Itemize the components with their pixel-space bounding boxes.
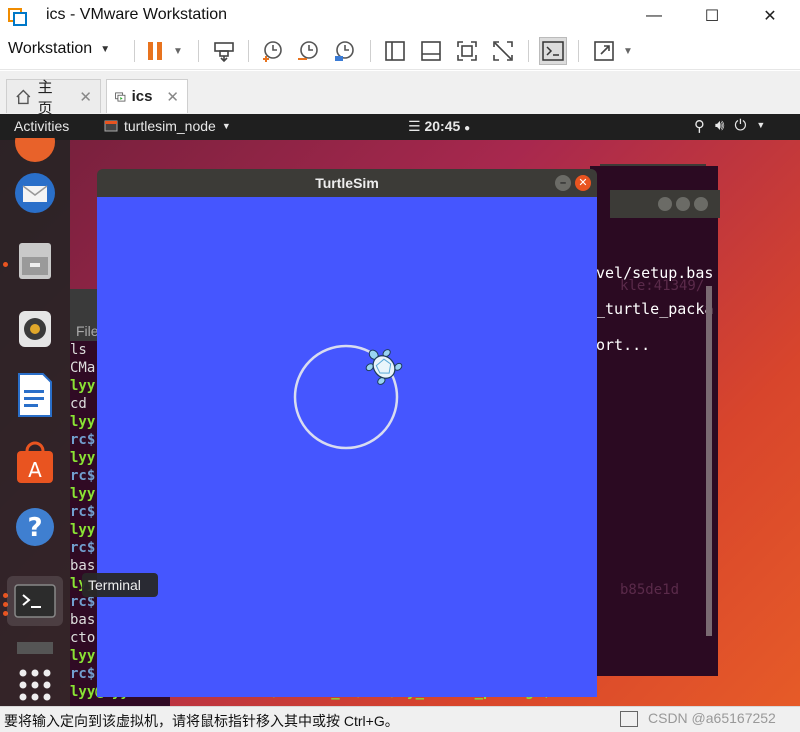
minimize-button[interactable]: —: [634, 4, 674, 28]
status-bar: 要将输入定向到该虚拟机，请将鼠标指针移入其中或按 Ctrl+G。 CSDN @a…: [0, 706, 800, 732]
terminal-titlebar[interactable]: [610, 190, 720, 218]
toolbar-divider: [370, 40, 371, 62]
show-applications-icon[interactable]: [10, 660, 60, 706]
manage-snapshots-icon[interactable]: [330, 37, 358, 65]
vmware-toolbar: Workstation ▼ ▼ ▼: [0, 32, 800, 70]
tab-label: ics: [131, 88, 153, 105]
window-title: ics - VMware Workstation: [46, 6, 228, 23]
terminal-scrollbar[interactable]: [706, 286, 712, 636]
home-icon: [16, 89, 31, 104]
console-icon[interactable]: [539, 37, 567, 65]
workstation-label: Workstation: [8, 40, 93, 57]
snapshot-icon[interactable]: [258, 37, 286, 65]
unity-icon[interactable]: [489, 37, 517, 65]
toolbar-divider: [198, 40, 199, 62]
svg-text:A: A: [28, 458, 42, 482]
revert-snapshot-icon[interactable]: [294, 37, 322, 65]
help-icon[interactable]: ?: [10, 502, 60, 552]
minimize-icon[interactable]: –: [555, 175, 571, 191]
window-titlebar: ics - VMware Workstation — ☐ ✕: [0, 0, 800, 32]
turtlesim-canvas: [97, 197, 597, 697]
close-icon[interactable]: ✕: [166, 88, 179, 106]
terminal-line: _turtle_packa: [596, 300, 714, 318]
ubuntu-dock: A ?: [0, 138, 70, 706]
library-icon[interactable]: [381, 37, 409, 65]
rhythmbox-icon[interactable]: [10, 304, 60, 354]
chevron-down-icon: ▼: [100, 43, 111, 55]
app-menu[interactable]: turtlesim_node ▼: [104, 118, 231, 134]
chevron-down-icon: ▼: [756, 120, 766, 130]
turtle-drawing: [293, 344, 403, 450]
app-menu-label: turtlesim_node: [124, 118, 216, 134]
toolbar-divider: [528, 40, 529, 62]
chevron-down-icon[interactable]: ▼: [168, 37, 188, 65]
chevron-down-icon[interactable]: ▼: [618, 37, 638, 65]
foreground-terminal[interactable]: vel/setup.bas kle:41349/ _turtle_packa o…: [590, 166, 718, 676]
app-window-icon: [104, 120, 118, 132]
workstation-menu[interactable]: Workstation ▼: [8, 40, 110, 58]
terminal-line: kle:41349/: [620, 278, 705, 294]
vm-icon: [115, 91, 126, 102]
tab-home[interactable]: 主页 ✕: [6, 79, 101, 117]
terminal-line: ort...: [596, 336, 651, 354]
clock[interactable]: ☰ 20:45 ●: [408, 118, 470, 135]
libreoffice-writer-icon[interactable]: [10, 370, 60, 420]
files-icon[interactable]: [10, 236, 60, 286]
stretch-icon[interactable]: [590, 37, 618, 65]
send-keys-icon[interactable]: [210, 37, 238, 65]
tab-bar: 主页 ✕ ics ✕: [0, 71, 800, 117]
tab-label: 主页: [37, 78, 53, 117]
close-icon[interactable]: [694, 197, 708, 211]
dock-tooltip: Terminal: [82, 573, 158, 597]
status-message: 要将输入定向到该虚拟机，请将鼠标指针移入其中或按 Ctrl+G。: [4, 713, 399, 729]
input-method-icon: ☰: [408, 118, 421, 134]
pause-icon[interactable]: [141, 37, 169, 65]
chevron-down-icon: ▼: [221, 121, 231, 131]
tab-ics[interactable]: ics ✕: [106, 79, 188, 113]
terminal-icon[interactable]: [7, 576, 63, 626]
gnome-top-bar: Activities turtlesim_node ▼ ☰ 20:45 ● ⚲ …: [0, 114, 800, 140]
thunderbird-icon[interactable]: [10, 168, 60, 218]
turtlesim-titlebar[interactable]: TurtleSim – ✕: [97, 169, 597, 197]
ubuntu-software-icon[interactable]: A: [10, 438, 60, 488]
toolbar-divider: [578, 40, 579, 62]
partial-app-icon[interactable]: [10, 634, 60, 654]
running-indicator: [3, 262, 8, 267]
maximize-button[interactable]: ☐: [692, 4, 732, 28]
volume-icon: 🔊︎: [715, 117, 725, 134]
watermark: CSDN @a65167252: [648, 710, 776, 726]
maximize-icon[interactable]: [676, 197, 690, 211]
thumbnail-icon[interactable]: [417, 37, 445, 65]
close-icon[interactable]: ✕: [79, 88, 92, 106]
clock-time: 20:45: [424, 118, 461, 134]
turtlesim-title: TurtleSim: [315, 175, 379, 191]
close-window-button[interactable]: ✕: [750, 4, 790, 28]
vmware-logo-icon: [8, 8, 27, 26]
device-icon[interactable]: [620, 711, 638, 727]
svg-text:?: ?: [27, 513, 42, 543]
notification-dot-icon: ●: [464, 123, 471, 134]
terminal-line: b85de1d: [620, 582, 680, 598]
close-icon[interactable]: ✕: [575, 175, 591, 191]
turtle-icon: [365, 349, 403, 385]
power-icon: ⏻: [734, 117, 747, 134]
fullscreen-icon[interactable]: [453, 37, 481, 65]
guest-screen[interactable]: Activities turtlesim_node ▼ ☰ 20:45 ● ⚲ …: [0, 114, 800, 706]
turtlesim-window[interactable]: TurtleSim – ✕: [97, 169, 597, 701]
system-menu[interactable]: ⚲ 🔊︎ ⏻ ▼: [694, 117, 765, 135]
minimize-icon[interactable]: [658, 197, 672, 211]
toolbar-divider: [248, 40, 249, 62]
network-icon: ⚲: [694, 118, 705, 135]
toolbar-divider: [134, 40, 135, 62]
